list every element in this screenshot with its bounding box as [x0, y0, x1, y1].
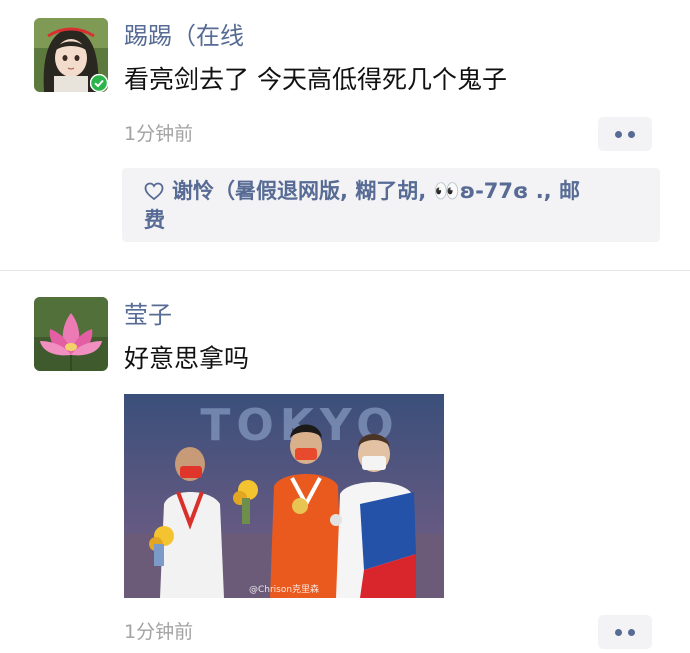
moment-post-1: 踢踢（在线 看亮剑去了 今天高低得死几个鬼子 1分钟前 谢怜（暑假退网版, 糊了…	[0, 0, 690, 270]
online-check-badge-icon	[90, 74, 108, 92]
author-name[interactable]: 莹子	[124, 300, 172, 330]
more-button[interactable]	[598, 615, 652, 649]
more-dot	[615, 130, 622, 138]
post-time: 1分钟前	[124, 123, 194, 145]
more-dot	[615, 628, 622, 636]
author-name[interactable]: 踢踢（在线	[124, 21, 244, 51]
likes-box: 谢怜（暑假退网版, 糊了胡, 👀ʚ-77ɞ ., 邮 费	[122, 168, 660, 242]
post-image[interactable]: TOKYO @Chrison克里森	[124, 394, 444, 598]
heart-outline-icon	[144, 182, 164, 201]
avatar-1[interactable]	[34, 18, 108, 92]
lotus-flower-avatar-icon	[34, 297, 108, 371]
more-button[interactable]	[598, 117, 652, 151]
moment-post-2: 莹子 好意思拿吗 TOKYO @Chrison克里森 1分钟前	[0, 271, 690, 653]
likes-names-cont[interactable]: 费	[144, 208, 165, 232]
likes-names[interactable]: 谢怜（暑假退网版, 糊了胡, 👀ʚ-77ɞ ., 邮	[172, 179, 580, 203]
post-text: 好意思拿吗	[124, 344, 250, 373]
avatar-2[interactable]	[34, 297, 108, 371]
more-dot	[628, 628, 635, 636]
image-watermark: @Chrison克里森	[249, 583, 319, 595]
post-time: 1分钟前	[124, 621, 194, 643]
podium-photo: TOKYO @Chrison克里森	[124, 394, 444, 598]
more-dot	[628, 130, 635, 138]
post-text: 看亮剑去了 今天高低得死几个鬼子	[124, 65, 507, 94]
